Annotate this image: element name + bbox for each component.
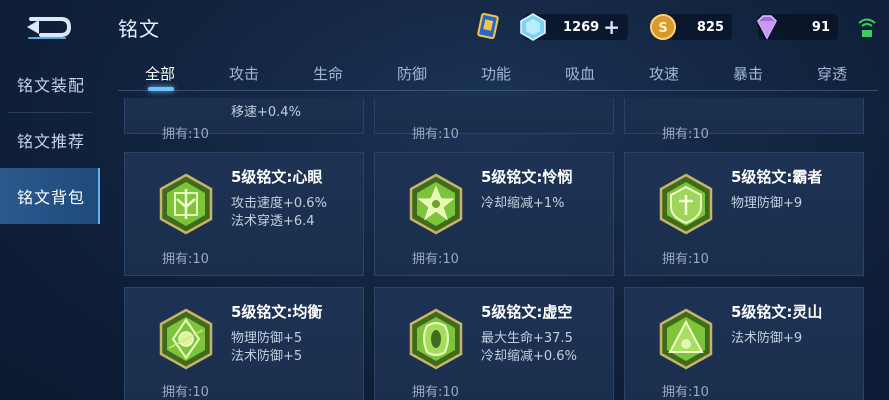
card-stat: 物理防御+9 bbox=[731, 196, 803, 211]
top-bar: 铭文 1269 + 825 S 91 bbox=[0, 0, 889, 56]
purple-gem-icon bbox=[757, 15, 777, 40]
card-stat: 冷却缩减+0.6% bbox=[481, 349, 577, 364]
card-owned-count: 拥有:10 bbox=[162, 127, 209, 142]
back-button[interactable] bbox=[18, 12, 78, 42]
gold-currency: 825 S bbox=[650, 12, 732, 42]
gem-currency: 91 bbox=[757, 12, 838, 42]
card-name: 5级铭文:均衡 bbox=[231, 303, 323, 321]
tab-utility[interactable]: 功能 bbox=[454, 56, 538, 90]
inscription-card[interactable]: 5级铭文:霸者 物理防御+9 拥有:10 bbox=[624, 152, 864, 276]
sidebar-item-recommend[interactable]: 铭文推荐 bbox=[0, 112, 100, 168]
card-owned-count: 拥有:10 bbox=[162, 385, 209, 400]
card-stat: 法术穿透+6.4 bbox=[231, 214, 315, 229]
card-stat: 法术防御+5 bbox=[231, 349, 303, 364]
card-stat: 移速+0.4% bbox=[231, 105, 301, 120]
tab-all[interactable]: 全部 bbox=[118, 56, 202, 90]
page-title: 铭文 bbox=[118, 17, 160, 41]
sidebar-item-label: 铭文装配 bbox=[17, 76, 86, 95]
tab-health[interactable]: 生命 bbox=[286, 56, 370, 90]
card-pack-button[interactable] bbox=[474, 12, 506, 42]
inscription-card[interactable]: 移速+0.4% 拥有:10 bbox=[124, 98, 364, 142]
gem-amount: 91 bbox=[811, 19, 830, 35]
sidebar-item-equip[interactable]: 铭文装配 bbox=[0, 56, 100, 112]
add-diamond-button[interactable]: + bbox=[603, 17, 620, 37]
card-name: 5级铭文:灵山 bbox=[731, 303, 823, 321]
lingshan-inscription-icon bbox=[659, 308, 713, 370]
sidebar-item-label: 铭文背包 bbox=[17, 188, 86, 207]
tab-critical[interactable]: 暴击 bbox=[706, 56, 790, 90]
inscription-card[interactable]: 5级铭文:心眼 攻击速度+0.6% 法术穿透+6.4 拥有:10 bbox=[124, 152, 364, 276]
gold-coin-icon: S bbox=[650, 14, 676, 40]
card-stat: 最大生命+37.5 bbox=[481, 331, 573, 346]
card-owned-count: 拥有:10 bbox=[662, 252, 709, 267]
card-name: 5级铭文:心眼 bbox=[231, 168, 323, 186]
card-stat: 攻击速度+0.6% bbox=[231, 196, 327, 211]
card-name: 5级铭文:怜悯 bbox=[481, 168, 573, 186]
tab-lifesteal[interactable]: 吸血 bbox=[538, 56, 622, 90]
gold-amount: 825 bbox=[696, 19, 724, 35]
active-tab-indicator bbox=[148, 87, 174, 91]
card-name: 5级铭文:虚空 bbox=[481, 303, 573, 321]
card-stat: 冷却缩减+1% bbox=[481, 196, 565, 211]
tab-penetration[interactable]: 穿透 bbox=[790, 56, 874, 90]
inscription-card[interactable]: 5级铭文:均衡 物理防御+5 法术防御+5 拥有:10 bbox=[124, 287, 364, 400]
card-name: 5级铭文:霸者 bbox=[731, 168, 823, 186]
svg-text:S: S bbox=[658, 21, 667, 36]
card-owned-count: 拥有:10 bbox=[162, 252, 209, 267]
tab-defense[interactable]: 防御 bbox=[370, 56, 454, 90]
diamond-amount: 1269 bbox=[563, 19, 600, 35]
wifi-signal-icon bbox=[858, 18, 876, 37]
lianmin-inscription-icon bbox=[409, 173, 463, 235]
category-tabs: 全部 攻击 生命 防御 功能 吸血 攻速 暴击 穿透 bbox=[118, 56, 878, 92]
sidebar-item-label: 铭文推荐 bbox=[17, 132, 86, 151]
card-owned-count: 拥有:10 bbox=[662, 127, 709, 142]
inscription-card[interactable]: 5级铭文:灵山 法术防御+9 拥有:10 bbox=[624, 287, 864, 400]
card-owned-count: 拥有:10 bbox=[412, 127, 459, 142]
diamond-icon bbox=[520, 13, 546, 41]
network-status bbox=[856, 12, 878, 42]
tab-attack[interactable]: 攻击 bbox=[202, 56, 286, 90]
card-owned-count: 拥有:10 bbox=[662, 385, 709, 400]
xinyan-inscription-icon bbox=[159, 173, 213, 235]
xukong-inscription-icon bbox=[409, 308, 463, 370]
diamond-currency: 1269 + bbox=[520, 12, 628, 42]
junheng-inscription-icon bbox=[159, 308, 213, 370]
inscription-card[interactable]: 5级铭文:怜悯 冷却缩减+1% 拥有:10 bbox=[374, 152, 614, 276]
back-arrow-icon bbox=[27, 17, 72, 39]
tab-attack-speed[interactable]: 攻速 bbox=[622, 56, 706, 90]
card-owned-count: 拥有:10 bbox=[412, 252, 459, 267]
inscription-card[interactable]: 5级铭文:虚空 最大生命+37.5 冷却缩减+0.6% 拥有:10 bbox=[374, 287, 614, 400]
inscription-card[interactable]: 拥有:10 bbox=[624, 98, 864, 142]
bazhe-inscription-icon bbox=[659, 173, 713, 235]
card-owned-count: 拥有:10 bbox=[412, 385, 459, 400]
inscription-card[interactable]: 拥有:10 bbox=[374, 98, 614, 142]
card-pack-icon bbox=[477, 12, 499, 40]
card-stat: 物理防御+5 bbox=[231, 331, 303, 346]
tab-underline bbox=[118, 90, 878, 91]
card-stat: 法术防御+9 bbox=[731, 331, 803, 346]
inscription-grid: 移速+0.4% 拥有:10 拥有:10 拥有:10 5级铭文:心眼 攻击速度+0… bbox=[118, 98, 878, 400]
sidebar: 铭文装配 铭文推荐 铭文背包 bbox=[0, 56, 100, 400]
sidebar-item-backpack[interactable]: 铭文背包 bbox=[0, 168, 100, 224]
